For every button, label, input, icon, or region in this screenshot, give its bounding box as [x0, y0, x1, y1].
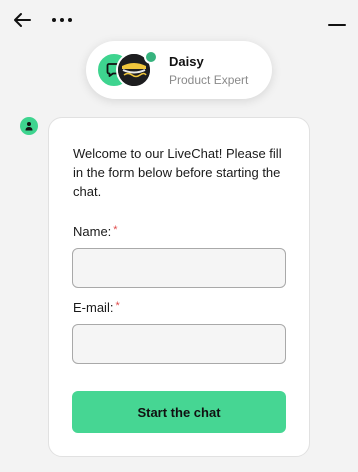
email-field[interactable] — [72, 324, 286, 364]
minimize-button[interactable] — [326, 10, 348, 30]
agent-role: Product Expert — [169, 73, 249, 87]
name-field[interactable] — [72, 248, 286, 288]
name-label-text: Name: — [73, 224, 112, 239]
minimize-icon — [328, 24, 346, 26]
welcome-message: Welcome to our LiveChat! Please fill in … — [73, 146, 282, 199]
start-chat-button[interactable]: Start the chat — [72, 391, 286, 433]
system-avatar — [20, 117, 38, 135]
agent-name: Daisy — [169, 54, 204, 69]
person-icon — [25, 122, 33, 131]
arrow-left-icon — [14, 13, 31, 27]
prechat-form-card: Welcome to our LiveChat! Please fill in … — [48, 117, 310, 457]
agent-avatars — [96, 50, 158, 89]
more-options-button[interactable] — [50, 10, 74, 30]
top-bar — [0, 0, 358, 40]
email-field-label: E-mail: * — [73, 300, 120, 315]
required-asterisk: * — [113, 224, 118, 236]
required-asterisk: * — [115, 300, 120, 312]
online-status-dot — [144, 50, 158, 64]
name-field-label: Name: * — [73, 224, 118, 239]
more-horizontal-icon — [52, 18, 72, 22]
email-label-text: E-mail: — [73, 300, 114, 315]
agent-card: Daisy Product Expert — [86, 41, 272, 99]
back-button[interactable] — [12, 10, 32, 30]
